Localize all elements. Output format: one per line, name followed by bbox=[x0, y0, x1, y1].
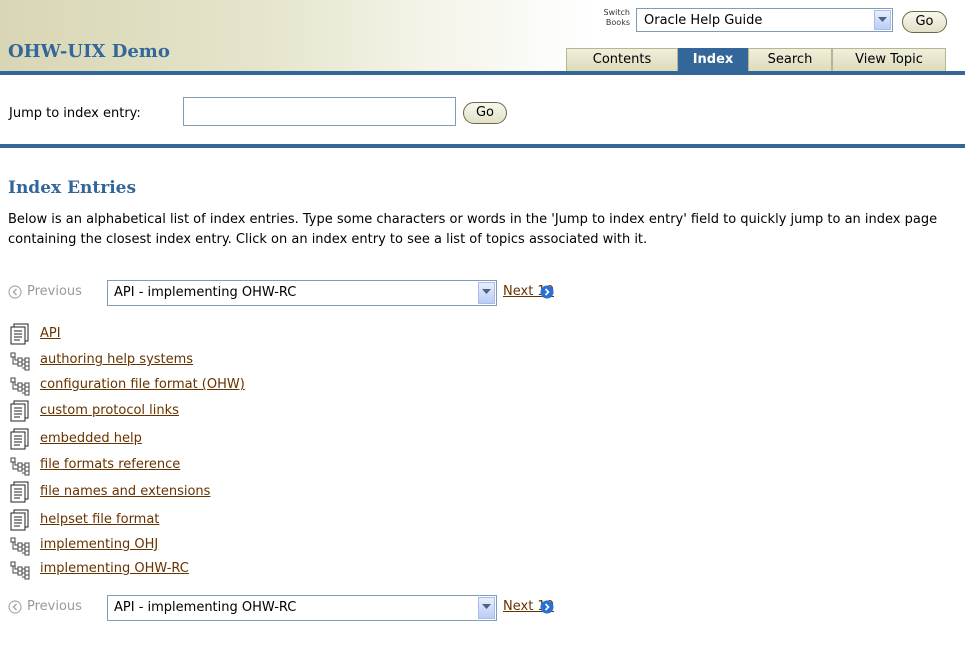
subentries-icon bbox=[10, 377, 30, 396]
tab-view-topic[interactable]: View Topic bbox=[832, 48, 946, 72]
next-icon[interactable] bbox=[540, 600, 554, 614]
tab-index[interactable]: Index bbox=[678, 48, 748, 72]
previous-label: Previous bbox=[27, 599, 82, 614]
pagination-top: Previous API - implementing OHW-RC Next … bbox=[8, 280, 568, 306]
index-entry-link[interactable]: implementing OHJ bbox=[40, 537, 158, 552]
tab-contents[interactable]: Contents bbox=[566, 48, 678, 72]
jump-label: Jump to index entry: bbox=[9, 106, 141, 121]
index-title: Index Entries bbox=[8, 178, 137, 198]
chevron-down-icon[interactable] bbox=[478, 282, 495, 304]
index-page-select[interactable]: API - implementing OHW-RC bbox=[107, 280, 497, 306]
index-page-select-value: API - implementing OHW-RC bbox=[114, 285, 297, 300]
previous-label: Previous bbox=[27, 284, 82, 299]
jump-go-button[interactable]: Go bbox=[463, 102, 507, 124]
app-title: OHW-UIX Demo bbox=[8, 41, 170, 62]
previous-icon bbox=[8, 285, 22, 299]
switch-books-label: Switch Books bbox=[603, 8, 630, 27]
index-entry-link[interactable]: helpset file format bbox=[40, 512, 159, 527]
previous-icon bbox=[8, 600, 22, 614]
tab-search[interactable]: Search bbox=[748, 48, 832, 72]
topic-icon bbox=[10, 509, 29, 531]
chevron-down-icon[interactable] bbox=[874, 10, 891, 30]
index-entry-link[interactable]: embedded help bbox=[40, 431, 142, 446]
topic-icon bbox=[10, 323, 29, 345]
index-description: Below is an alphabetical list of index e… bbox=[8, 212, 938, 247]
index-page-select-value: API - implementing OHW-RC bbox=[114, 600, 297, 615]
index-entry-link[interactable]: custom protocol links bbox=[40, 403, 179, 418]
book-select-value: Oracle Help Guide bbox=[644, 13, 763, 28]
tab-bar-divider bbox=[0, 71, 965, 75]
subentries-icon bbox=[10, 561, 30, 580]
pagination-bottom: Previous API - implementing OHW-RC Next … bbox=[8, 595, 568, 621]
index-entry-link[interactable]: file formats reference bbox=[40, 457, 180, 472]
switch-book-go-button[interactable]: Go bbox=[902, 11, 947, 33]
subentries-icon bbox=[10, 457, 30, 476]
topic-icon bbox=[10, 428, 29, 450]
index-entry-link[interactable]: file names and extensions bbox=[40, 484, 210, 499]
subentries-icon bbox=[10, 537, 30, 556]
index-entry-link[interactable]: API bbox=[40, 326, 61, 341]
jump-input[interactable] bbox=[183, 97, 456, 126]
topic-icon bbox=[10, 481, 29, 503]
index-entry-link[interactable]: authoring help systems bbox=[40, 352, 193, 367]
book-select[interactable]: Oracle Help Guide bbox=[636, 8, 893, 32]
section-divider bbox=[0, 144, 965, 148]
topic-icon bbox=[10, 400, 29, 422]
subentries-icon bbox=[10, 352, 30, 371]
index-entry-link[interactable]: implementing OHW-RC bbox=[40, 561, 189, 576]
chevron-down-icon[interactable] bbox=[478, 597, 495, 619]
index-entry-link[interactable]: configuration file format (OHW) bbox=[40, 377, 245, 392]
index-page-select[interactable]: API - implementing OHW-RC bbox=[107, 595, 497, 621]
next-icon[interactable] bbox=[540, 285, 554, 299]
